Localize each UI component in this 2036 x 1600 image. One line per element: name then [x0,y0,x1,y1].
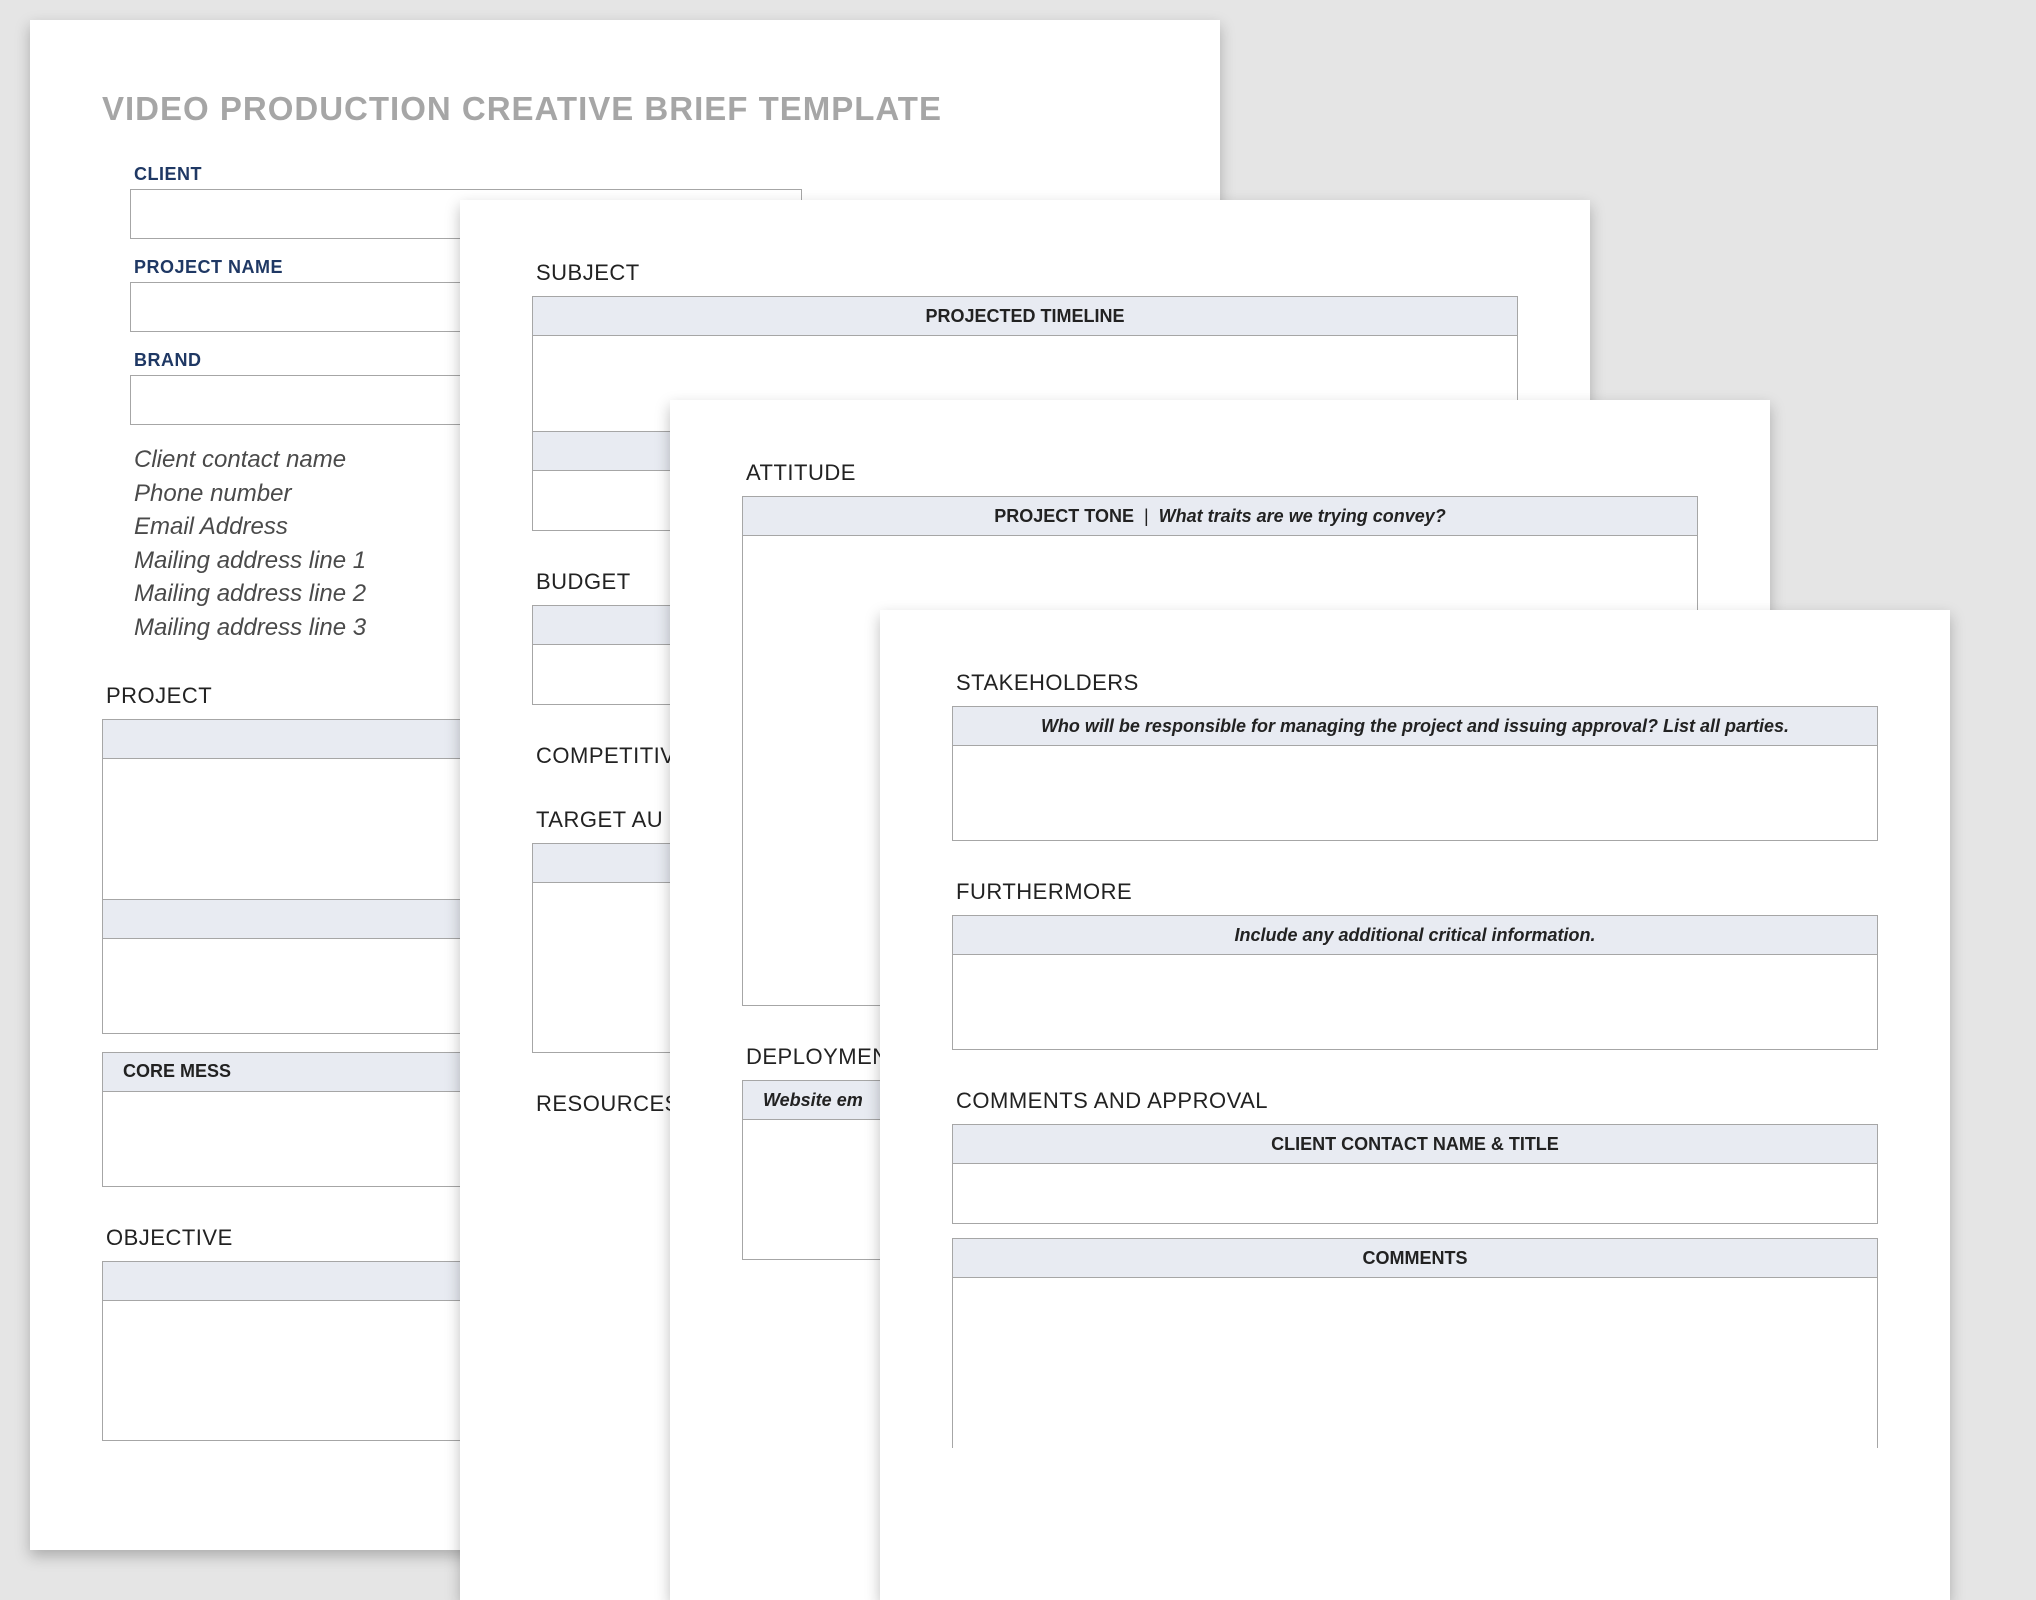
stakeholders-section-head: STAKEHOLDERS [956,670,1878,696]
subject-section-head: SUBJECT [536,260,1518,286]
projected-timeline-bar: PROJECTED TIMELINE [532,296,1518,336]
client-contact-title-label: CLIENT CONTACT NAME & TITLE [1271,1134,1559,1155]
furthermore-body[interactable] [952,955,1878,1050]
client-label: CLIENT [134,164,802,185]
client-contact-title-bar: CLIENT CONTACT NAME & TITLE [952,1124,1878,1164]
stakeholders-hint: Who will be responsible for managing the… [1041,716,1789,737]
stakeholders-hint-bar: Who will be responsible for managing the… [952,706,1878,746]
furthermore-section-head: FURTHERMORE [956,879,1878,905]
furthermore-hint: Include any additional critical informat… [1234,925,1595,946]
page-4: STAKEHOLDERS Who will be responsible for… [880,610,1950,1600]
project-tone-label: PROJECT TONE [994,506,1134,527]
projected-timeline-label: PROJECTED TIMELINE [925,306,1124,327]
deployment-hint: Website em [763,1090,863,1111]
attitude-section-head: ATTITUDE [746,460,1698,486]
project-tone-bar: PROJECT TONE | What traits are we trying… [742,496,1698,536]
project-tone-hint: What traits are we trying convey? [1159,506,1446,527]
document-title: VIDEO PRODUCTION CREATIVE BRIEF TEMPLATE [102,90,1148,128]
furthermore-hint-bar: Include any additional critical informat… [952,915,1878,955]
comments-bar: COMMENTS [952,1238,1878,1278]
comments-body[interactable] [952,1278,1878,1448]
client-contact-body[interactable] [952,1164,1878,1224]
comments-label: COMMENTS [1363,1248,1468,1269]
comments-approval-head: COMMENTS AND APPROVAL [956,1088,1878,1114]
stakeholders-body[interactable] [952,746,1878,841]
core-message-label: CORE MESS [123,1061,231,1082]
separator: | [1144,506,1149,527]
